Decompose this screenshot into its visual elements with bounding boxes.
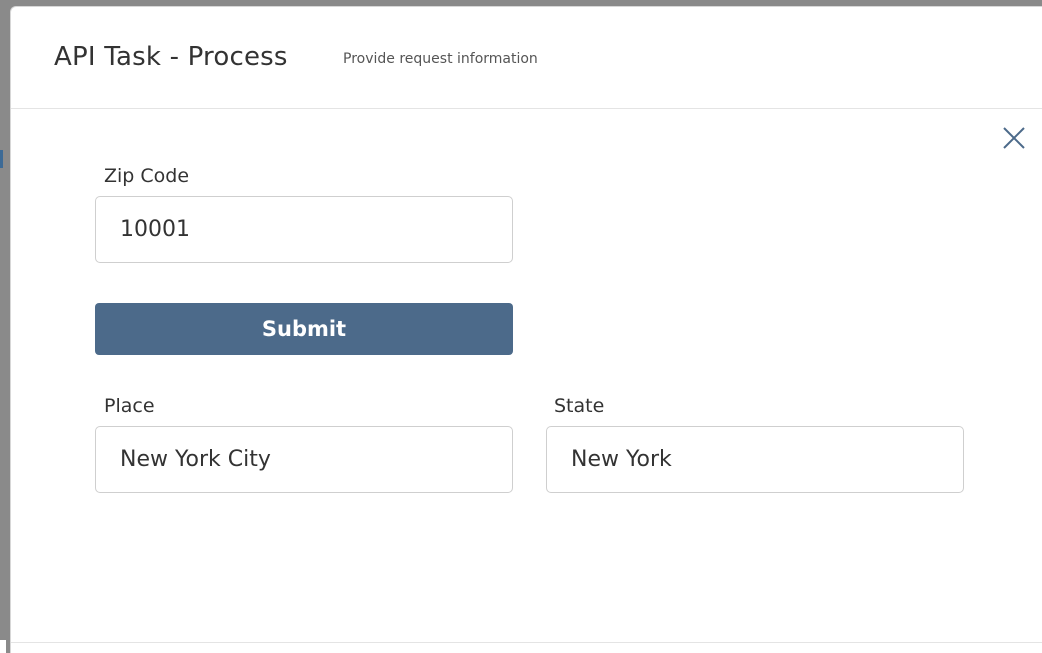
api-task-modal: API Task - Process Provide request infor…: [10, 6, 1042, 653]
zip-code-input[interactable]: [95, 196, 513, 263]
zip-code-label: Zip Code: [104, 165, 190, 187]
backdrop-tab-indicator: [0, 150, 3, 168]
modal-footer-divider: [11, 642, 1042, 643]
submit-button[interactable]: Submit: [95, 303, 513, 355]
place-label: Place: [104, 395, 155, 417]
backdrop-corner: [0, 640, 6, 653]
state-input[interactable]: [546, 426, 964, 493]
modal-subtitle: Provide request information: [343, 51, 538, 67]
state-label: State: [554, 395, 605, 417]
modal-title: API Task - Process: [54, 42, 288, 72]
close-button[interactable]: [1001, 125, 1027, 151]
place-input[interactable]: [95, 426, 513, 493]
close-icon: [1003, 127, 1025, 149]
modal-header: API Task - Process Provide request infor…: [11, 7, 1042, 109]
